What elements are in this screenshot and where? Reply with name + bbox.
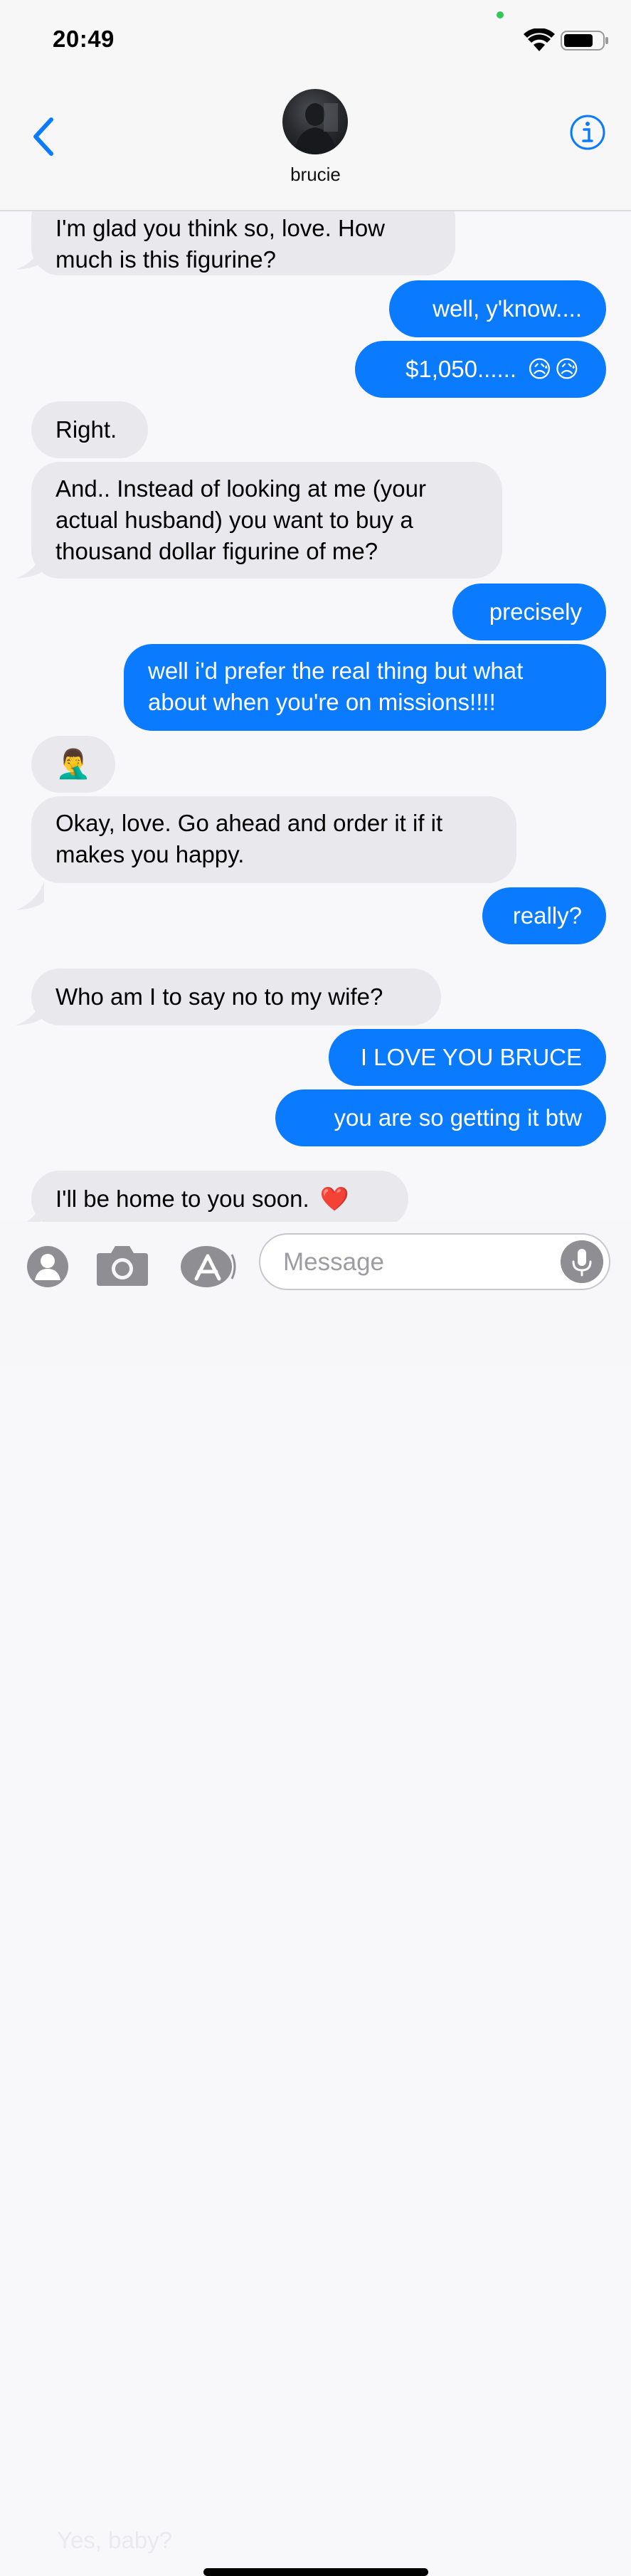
- message-bubble-incoming[interactable]: And.. Instead of looking at me (your act…: [31, 462, 502, 579]
- message-bubble-incoming[interactable]: I'll be home to you soon. ❤️: [31, 1171, 408, 1222]
- status-bar: 20:49: [0, 0, 631, 78]
- ghost-preview-text: Yes, baby?: [57, 2527, 173, 2553]
- red-heart-emoji: ❤️: [319, 1186, 349, 1212]
- message-bubble-incoming[interactable]: Right.: [31, 401, 148, 458]
- camera-icon[interactable]: [95, 1243, 149, 1287]
- message-bubble-incoming[interactable]: I'm glad you think so, love. How much is…: [31, 211, 455, 275]
- message-bubble-outgoing[interactable]: really?: [482, 887, 606, 944]
- message-bubble-outgoing[interactable]: I LOVE YOU BRUCE: [329, 1029, 606, 1086]
- back-chevron-icon[interactable]: [28, 114, 60, 159]
- message-bubble-outgoing[interactable]: well, y'know....: [389, 280, 606, 337]
- bubble-tail: [16, 882, 44, 910]
- info-icon[interactable]: [569, 114, 606, 151]
- conversation-header: brucie: [0, 78, 631, 211]
- message-input[interactable]: [282, 1243, 555, 1282]
- person-icon[interactable]: [26, 1245, 70, 1289]
- message-bubble-outgoing[interactable]: $1,050...... 😥😥: [355, 341, 606, 398]
- facepalm-emoji: 🤦‍♂️: [55, 749, 91, 780]
- message-bubble-incoming[interactable]: 🤦‍♂️: [31, 736, 115, 793]
- avatar-photo: [294, 103, 338, 154]
- compose-bar: Yes, baby?: [0, 1222, 631, 2576]
- message-input-field[interactable]: [259, 1233, 610, 1290]
- message-bubble-incoming[interactable]: Who am I to say no to my wife?: [31, 968, 441, 1025]
- status-time: 20:49: [53, 26, 115, 52]
- message-bubble-outgoing[interactable]: precisely: [452, 584, 606, 640]
- crying-face-emoji: 😥😥: [527, 356, 582, 382]
- app-store-icon[interactable]: [179, 1245, 238, 1289]
- contact-name[interactable]: brucie: [0, 164, 631, 186]
- message-bubble-outgoing[interactable]: well i'd prefer the real thing but what …: [124, 644, 606, 731]
- wifi-icon: [524, 28, 555, 51]
- microphone-icon[interactable]: [561, 1240, 603, 1283]
- message-thread[interactable]: I'm glad you think so, love. How much is…: [0, 211, 631, 1222]
- message-bubble-incoming[interactable]: Okay, love. Go ahead and order it if it …: [31, 796, 516, 883]
- contact-avatar[interactable]: [282, 89, 348, 154]
- message-bubble-outgoing[interactable]: you are so getting it btw: [275, 1089, 606, 1146]
- privacy-indicator-dot: [497, 11, 504, 19]
- home-indicator[interactable]: [203, 2568, 428, 2576]
- battery-icon: [561, 31, 608, 51]
